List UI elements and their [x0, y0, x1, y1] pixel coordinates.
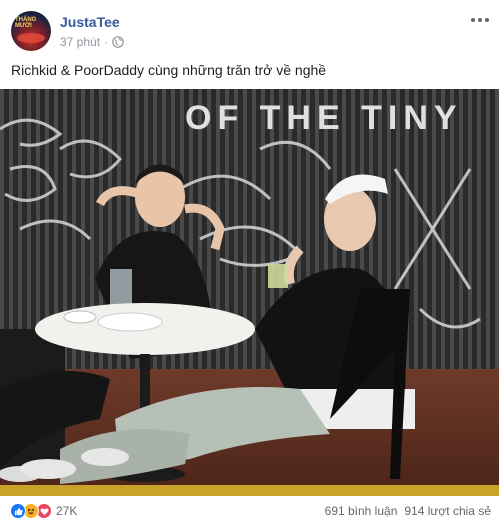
post-header: THÁNG MƯỜI JustaTee 37 phút · [11, 11, 491, 51]
post-footer: 27K 691 bình luận 914 lượt chia sẻ [0, 498, 499, 521]
share-count[interactable]: 914 lượt chia sẻ [404, 504, 491, 518]
more-options-icon[interactable] [469, 13, 491, 27]
photo-illustration: OF THE TINY [0, 89, 499, 496]
post-caption: Richkid & PoorDaddy cùng những trăn trở … [11, 62, 327, 78]
author-name[interactable]: JustaTee [60, 14, 120, 30]
comment-count[interactable]: 691 bình luận [325, 504, 398, 518]
avatar-text: THÁNG MƯỜI [15, 17, 37, 29]
post-time[interactable]: 37 phút [60, 35, 100, 49]
photo-sign-text: OF THE TINY [185, 99, 463, 137]
reaction-summary[interactable]: 27K [10, 503, 77, 519]
facebook-post: THÁNG MƯỜI JustaTee 37 phút · Richkid & … [0, 0, 499, 521]
like-icon [10, 503, 26, 519]
globe-icon[interactable] [112, 36, 124, 48]
reaction-count: 27K [56, 504, 78, 518]
post-photo[interactable]: OF THE TINY [0, 89, 499, 496]
author-avatar[interactable]: THÁNG MƯỜI [11, 11, 51, 51]
post-stats: 691 bình luận 914 lượt chia sẻ [325, 504, 491, 518]
avatar-decoration [17, 33, 45, 43]
post-meta: 37 phút · [60, 35, 124, 49]
